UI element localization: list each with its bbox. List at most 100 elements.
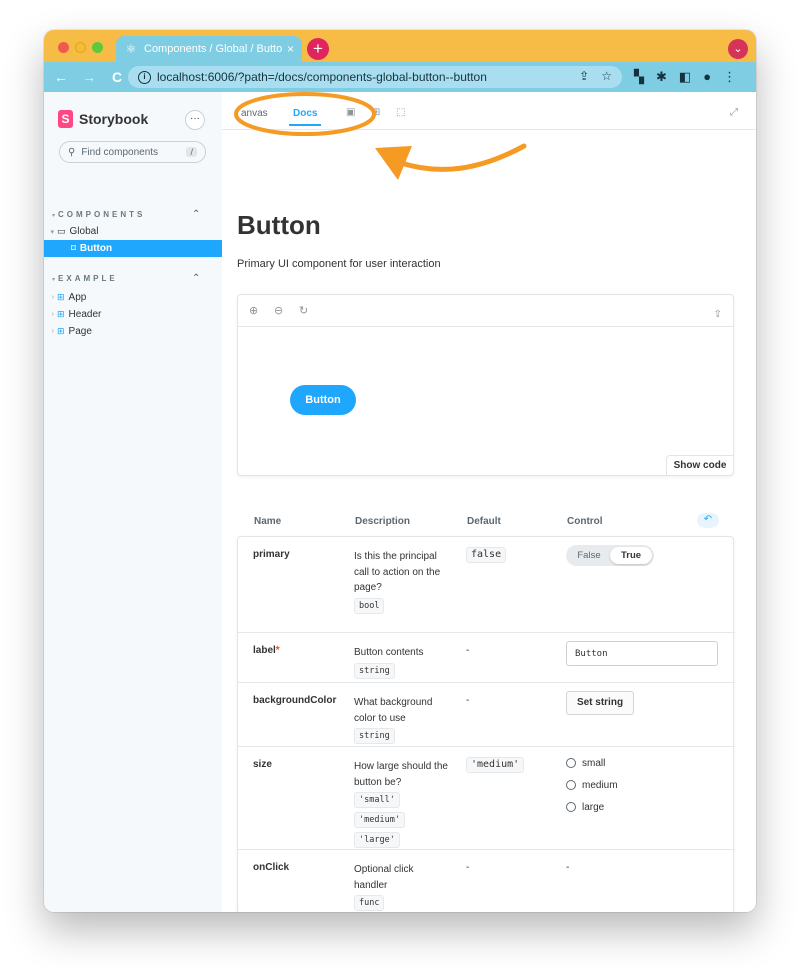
zoom-in-icon[interactable]: ⊕ — [249, 304, 258, 317]
url-input[interactable]: i localhost:6006/?path=/docs/components-… — [128, 66, 622, 88]
tab-close-icon[interactable]: × — [287, 42, 294, 56]
radio-option-small[interactable]: small — [566, 752, 618, 774]
caret-right-icon: › — [51, 294, 54, 301]
info-icon[interactable]: i — [138, 70, 151, 84]
sidebar-item-label: Global — [69, 226, 99, 237]
group-components[interactable]: ▾ COMPONENTS ⌃ — [52, 209, 200, 220]
sidebar-item-app[interactable]: › ⊞ App — [44, 289, 222, 306]
maximize-window-button[interactable] — [92, 42, 103, 53]
sidebar-menu-button[interactable]: ··· — [185, 110, 205, 130]
expand-toggle-icon[interactable]: ⌃ — [192, 273, 200, 284]
forward-button[interactable]: → — [78, 69, 100, 85]
group-example[interactable]: ▾ EXAMPLE ⌃ — [52, 273, 200, 284]
arg-type: string — [354, 662, 395, 679]
boolean-toggle[interactable]: False True — [566, 545, 654, 566]
arg-description: Button contents — [354, 647, 424, 658]
preview-button[interactable]: Button — [290, 385, 356, 415]
profile-icon[interactable]: ● — [703, 69, 711, 85]
address-bar: ← → C i localhost:6006/?path=/docs/compo… — [44, 62, 756, 92]
reset-controls-icon[interactable]: ↶ — [697, 513, 719, 528]
puzzle-icon[interactable]: ✱ — [656, 69, 667, 85]
show-code-button[interactable]: Show code — [666, 455, 734, 476]
required-asterisk: * — [275, 645, 280, 656]
tab-canvas[interactable]: anvas — [241, 108, 268, 119]
sidebar-item-label: Page — [68, 326, 92, 337]
extension-icon[interactable]: ▚ — [634, 69, 644, 85]
arg-name: backgroundColor — [253, 695, 337, 706]
radio-icon[interactable] — [566, 780, 576, 790]
arg-type-option: 'medium' — [354, 812, 405, 828]
radio-option-medium[interactable]: medium — [566, 774, 618, 796]
reload-button[interactable]: C — [106, 69, 128, 85]
label-text-input[interactable]: Button — [566, 641, 718, 666]
sidebar-item-label: App — [68, 292, 87, 303]
minimize-window-button[interactable] — [75, 42, 86, 53]
table-row: backgroundColor What background color to… — [238, 683, 735, 747]
column-header-description: Description — [355, 516, 411, 527]
group-title: EXAMPLE — [58, 274, 118, 283]
bookmark-star-icon[interactable]: ☆ — [601, 69, 612, 83]
radio-icon[interactable] — [566, 758, 576, 768]
toggle-true[interactable]: True — [610, 547, 652, 564]
arg-default: - — [466, 695, 470, 706]
arg-description: Optional click handler — [354, 864, 414, 891]
table-row: size How large should the button be? 'sm… — [238, 747, 735, 850]
radio-label: medium — [582, 779, 618, 791]
sidebar-item-label: Header — [68, 309, 102, 320]
search-placeholder: Find components — [81, 146, 159, 158]
close-window-button[interactable] — [58, 42, 69, 53]
preview-toolbar: ⊕ ⊖ ↻ ⇪ — [238, 295, 733, 327]
arg-type-option: 'small' — [354, 792, 400, 808]
image-icon[interactable]: ▣ — [346, 107, 355, 118]
component-icon: ⊞ — [57, 309, 65, 319]
new-tab-button[interactable]: + — [307, 38, 329, 60]
url-text: localhost:6006/?path=/docs/components-gl… — [157, 70, 487, 84]
caret-down-icon: ▾ — [50, 228, 54, 236]
sidebar-item-header[interactable]: › ⊞ Header — [44, 306, 222, 323]
arg-default: - — [466, 862, 470, 873]
toggle-false[interactable]: False — [568, 550, 610, 561]
component-icon: ⊞ — [57, 326, 65, 336]
back-button[interactable]: ← — [50, 69, 72, 85]
expand-toggle-icon[interactable]: ⌃ — [192, 209, 200, 220]
react-icon: ⚛ — [125, 42, 137, 56]
tab-title: Components / Global / Button — [144, 43, 283, 55]
share-icon[interactable]: ⇪ — [579, 69, 589, 83]
share-icon[interactable]: ⇪ — [714, 309, 722, 320]
browser-window: ⚛ Components / Global / Button × + ⌄ ← →… — [44, 30, 756, 912]
browser-tab[interactable]: ⚛ Components / Global / Button × — [116, 36, 302, 62]
radio-option-large[interactable]: large — [566, 796, 618, 818]
set-string-button[interactable]: Set string — [566, 691, 634, 715]
more-menu-icon[interactable]: ⋮ — [723, 69, 736, 85]
zoom-reset-icon[interactable]: ↻ — [299, 304, 308, 317]
radio-icon[interactable] — [566, 802, 576, 812]
storybook-logo[interactable]: S Storybook — [58, 110, 148, 128]
fullscreen-icon[interactable]: ⤢ — [730, 107, 738, 118]
sidebar-item-page[interactable]: › ⊞ Page — [44, 323, 222, 340]
arg-default: false — [466, 547, 507, 563]
grid-icon[interactable]: ⊞ — [372, 107, 380, 118]
column-header-control: Control — [567, 516, 603, 527]
chevron-down-icon[interactable]: ⌄ — [728, 39, 748, 59]
column-header-name: Name — [254, 516, 282, 527]
radio-label: large — [582, 801, 605, 813]
arg-type: string — [354, 728, 395, 744]
caret-right-icon: › — [51, 311, 54, 318]
side-panel-icon[interactable]: ◧ — [679, 69, 691, 85]
toolbar: anvas Docs ▣ ⊞ ⬚ ⤢ — [222, 92, 756, 130]
sidebar-item-global[interactable]: ▾ ▭ Global — [44, 223, 222, 240]
search-input[interactable]: ⚲ Find components / — [59, 141, 206, 163]
arg-description: How large should the button be? — [354, 761, 448, 788]
radio-label: small — [582, 757, 606, 769]
arg-type-option: 'large' — [354, 832, 400, 848]
browser-titlebar: ⚛ Components / Global / Button × + ⌄ — [44, 30, 756, 62]
arg-name: onClick — [253, 862, 290, 873]
outline-icon[interactable]: ⬚ — [396, 107, 405, 118]
arg-name: primary — [253, 549, 290, 560]
sidebar-item-button[interactable]: ⌑ Button — [44, 240, 222, 257]
args-table: primary Is this the principal call to ac… — [237, 536, 735, 912]
zoom-out-icon[interactable]: ⊖ — [274, 304, 283, 317]
sidebar-item-label: Button — [79, 243, 113, 254]
folder-icon: ▭ — [57, 226, 66, 236]
tab-docs[interactable]: Docs — [288, 108, 322, 126]
